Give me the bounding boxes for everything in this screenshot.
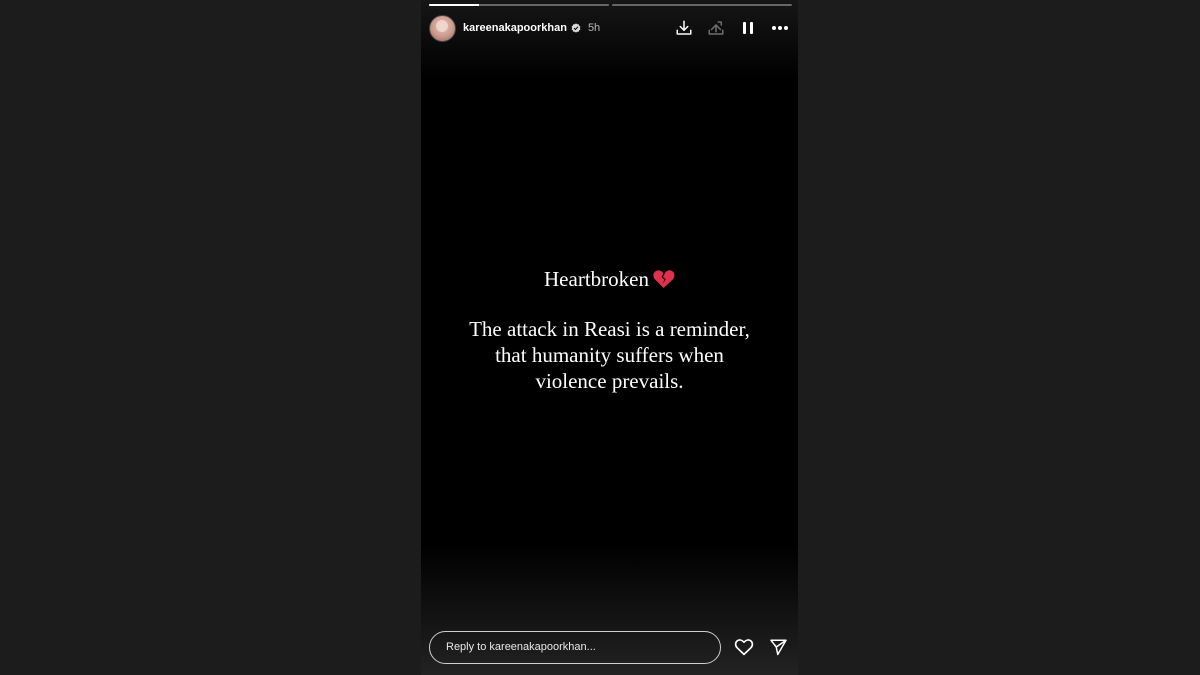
reply-bar (429, 630, 790, 664)
download-button[interactable] (674, 18, 694, 38)
story-viewer[interactable]: kareenakapoorkhan 5h Heartbroken The att… (421, 0, 798, 675)
send-icon (769, 639, 787, 656)
avatar[interactable] (429, 14, 456, 42)
post-time: 5h (587, 22, 601, 34)
story-header: kareenakapoorkhan 5h (429, 14, 790, 42)
progress-fill-1 (429, 4, 480, 6)
story-text: Heartbroken The attack in Reasi is a rem… (421, 264, 798, 394)
reply-actions (734, 637, 788, 657)
like-button[interactable] (734, 637, 754, 657)
page-background: kareenakapoorkhan 5h Heartbroken The att… (0, 0, 1200, 675)
more-options-button[interactable] (770, 18, 790, 38)
header-actions (674, 18, 790, 38)
username[interactable]: kareenakapoorkhan (463, 22, 567, 34)
verified-badge-icon (571, 23, 581, 33)
reply-input[interactable] (429, 630, 721, 664)
story-body-line-3: violence prevails. (535, 369, 684, 393)
progress-segment-1 (429, 4, 609, 6)
story-body: The attack in Reasi is a reminder, that … (421, 316, 798, 394)
share-button[interactable] (706, 18, 726, 38)
pause-icon (743, 22, 753, 34)
story-progress (429, 4, 792, 6)
pause-button[interactable] (738, 18, 758, 38)
more-icon (772, 26, 788, 30)
story-title: Heartbroken (544, 267, 649, 291)
heart-icon (734, 639, 754, 656)
story-body-line-2: that humanity suffers when (495, 343, 724, 367)
share-icon (708, 21, 724, 35)
broken-heart-emoji (653, 270, 675, 288)
send-button[interactable] (768, 637, 788, 657)
story-body-line-1: The attack in Reasi is a reminder, (469, 317, 750, 341)
download-icon (676, 20, 692, 35)
progress-segment-2 (612, 4, 792, 6)
story-title-line: Heartbroken (421, 264, 798, 294)
